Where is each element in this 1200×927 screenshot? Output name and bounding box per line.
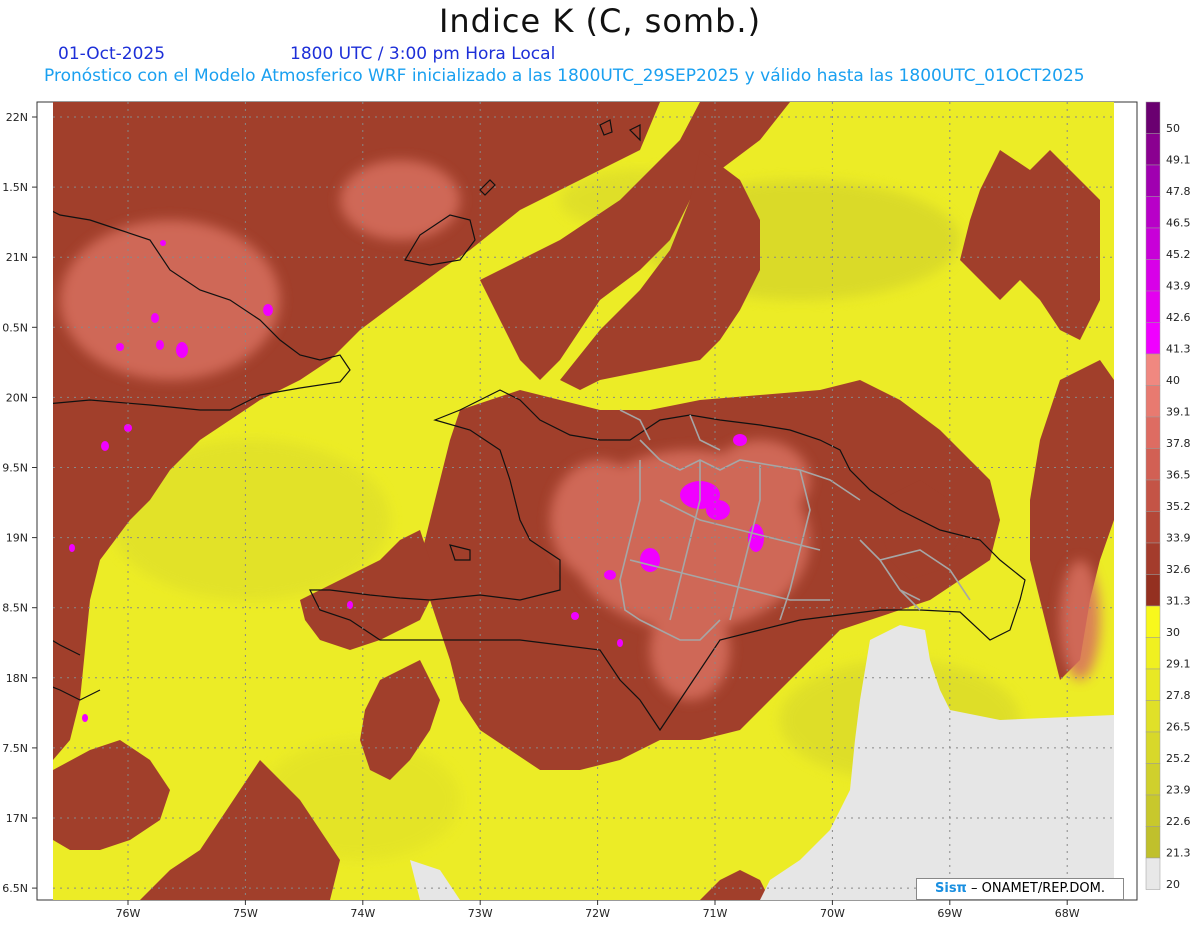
colorbar-swatch xyxy=(1145,668,1161,701)
colorbar-label: 49.1 xyxy=(1166,154,1191,167)
longitude-axis: 76W 75W 74W 73W 72W 71W 70W 69W 68W xyxy=(116,900,1080,920)
lat-label: 0.5N xyxy=(2,321,28,334)
colorbar-swatch xyxy=(1145,605,1161,638)
colorbar-label: 41.3 xyxy=(1166,343,1191,356)
colorbar-swatch xyxy=(1145,259,1161,292)
colorbar-swatch xyxy=(1145,479,1161,512)
colorbar-label: 25.2 xyxy=(1166,752,1191,765)
lon-label: 76W xyxy=(116,907,141,920)
colorbar-label: 40 xyxy=(1166,374,1180,387)
colorbar-label: 42.6 xyxy=(1166,311,1191,324)
credit-box: Sisπ – ONAMET/REP.DOM. xyxy=(916,878,1124,900)
sispi-logo: Sisπ xyxy=(935,881,967,896)
colorbar-swatch xyxy=(1145,133,1161,166)
colorbar-label: 46.5 xyxy=(1166,217,1191,230)
colorbar-swatch xyxy=(1145,826,1161,859)
colorbar-label: 20 xyxy=(1166,878,1180,891)
colorbar-label: 37.8 xyxy=(1166,437,1191,450)
lon-label: 72W xyxy=(585,907,610,920)
k-index-map: 22N 1.5N 21N 0.5N 20N 9.5N 19N 8.5N 18N 7.5N 17N 6.… xyxy=(2,101,1191,920)
colorbar-label: 50 xyxy=(1166,122,1180,135)
colorbar-label: 26.5 xyxy=(1166,721,1191,734)
colorbar-label: 27.8 xyxy=(1166,689,1191,702)
lon-label: 73W xyxy=(468,907,493,920)
colorbar-swatch xyxy=(1145,574,1161,607)
colorbar-label: 22.6 xyxy=(1166,815,1191,828)
field-layer xyxy=(53,102,1114,900)
colorbar-label: 35.2 xyxy=(1166,500,1191,513)
colorbar-label: 33.9 xyxy=(1166,532,1191,545)
colorbar-swatch xyxy=(1145,227,1161,260)
colorbar-swatch xyxy=(1145,101,1161,134)
colorbar-swatch xyxy=(1145,763,1161,796)
lon-label: 74W xyxy=(350,907,375,920)
lat-label: 8.5N xyxy=(2,602,28,615)
credit-text: – ONAMET/REP.DOM. xyxy=(966,881,1105,896)
colorbar-label: 21.3 xyxy=(1166,847,1191,860)
colorbar-swatch xyxy=(1145,416,1161,449)
colorbar-swatch xyxy=(1145,511,1161,544)
latitude-axis: 22N 1.5N 21N 0.5N 20N 9.5N 19N 8.5N 18N 7.5N 17N 6.… xyxy=(2,111,37,895)
lon-label: 70W xyxy=(820,907,845,920)
lon-label: 68W xyxy=(1055,907,1080,920)
lon-label: 69W xyxy=(937,907,962,920)
lat-label: 1.5N xyxy=(2,181,28,194)
colorbar-swatch xyxy=(1145,322,1161,355)
colorbar-swatch xyxy=(1145,196,1161,229)
colorbar-label: 31.3 xyxy=(1166,595,1191,608)
colorbar-label: 39.1 xyxy=(1166,406,1191,419)
colorbar-swatch xyxy=(1145,448,1161,481)
lat-label: 18N xyxy=(6,672,28,685)
colorbar-swatch xyxy=(1145,857,1161,890)
lon-label: 71W xyxy=(703,907,728,920)
colorbar: 50 49.1 47.8 46.5 45.2 43.9 42.6 41.3 40 39.1 37.8… xyxy=(1145,101,1191,891)
colorbar-label: 30 xyxy=(1166,626,1180,639)
lat-label: 17N xyxy=(6,812,28,825)
colorbar-label: 43.9 xyxy=(1166,280,1191,293)
colorbar-swatch xyxy=(1145,385,1161,418)
lat-label: 7.5N xyxy=(2,742,28,755)
lat-label: 9.5N xyxy=(2,462,28,475)
lat-label: 6.5N xyxy=(2,882,28,895)
colorbar-swatch xyxy=(1145,542,1161,575)
colorbar-label: 23.9 xyxy=(1166,784,1191,797)
lat-label: 20N xyxy=(6,391,28,404)
lat-label: 21N xyxy=(6,251,28,264)
lat-label: 19N xyxy=(6,532,28,545)
colorbar-label: 32.6 xyxy=(1166,563,1191,576)
colorbar-swatch xyxy=(1145,700,1161,733)
colorbar-label: 45.2 xyxy=(1166,248,1191,261)
colorbar-swatch xyxy=(1145,637,1161,670)
colorbar-swatch xyxy=(1145,794,1161,827)
colorbar-label: 36.5 xyxy=(1166,469,1191,482)
colorbar-swatch xyxy=(1145,353,1161,386)
lon-label: 75W xyxy=(233,907,258,920)
lat-label: 22N xyxy=(6,111,28,124)
colorbar-label: 47.8 xyxy=(1166,185,1191,198)
colorbar-swatch xyxy=(1145,164,1161,197)
colorbar-swatch xyxy=(1145,731,1161,764)
colorbar-swatch xyxy=(1145,290,1161,323)
colorbar-label: 29.1 xyxy=(1166,658,1191,671)
